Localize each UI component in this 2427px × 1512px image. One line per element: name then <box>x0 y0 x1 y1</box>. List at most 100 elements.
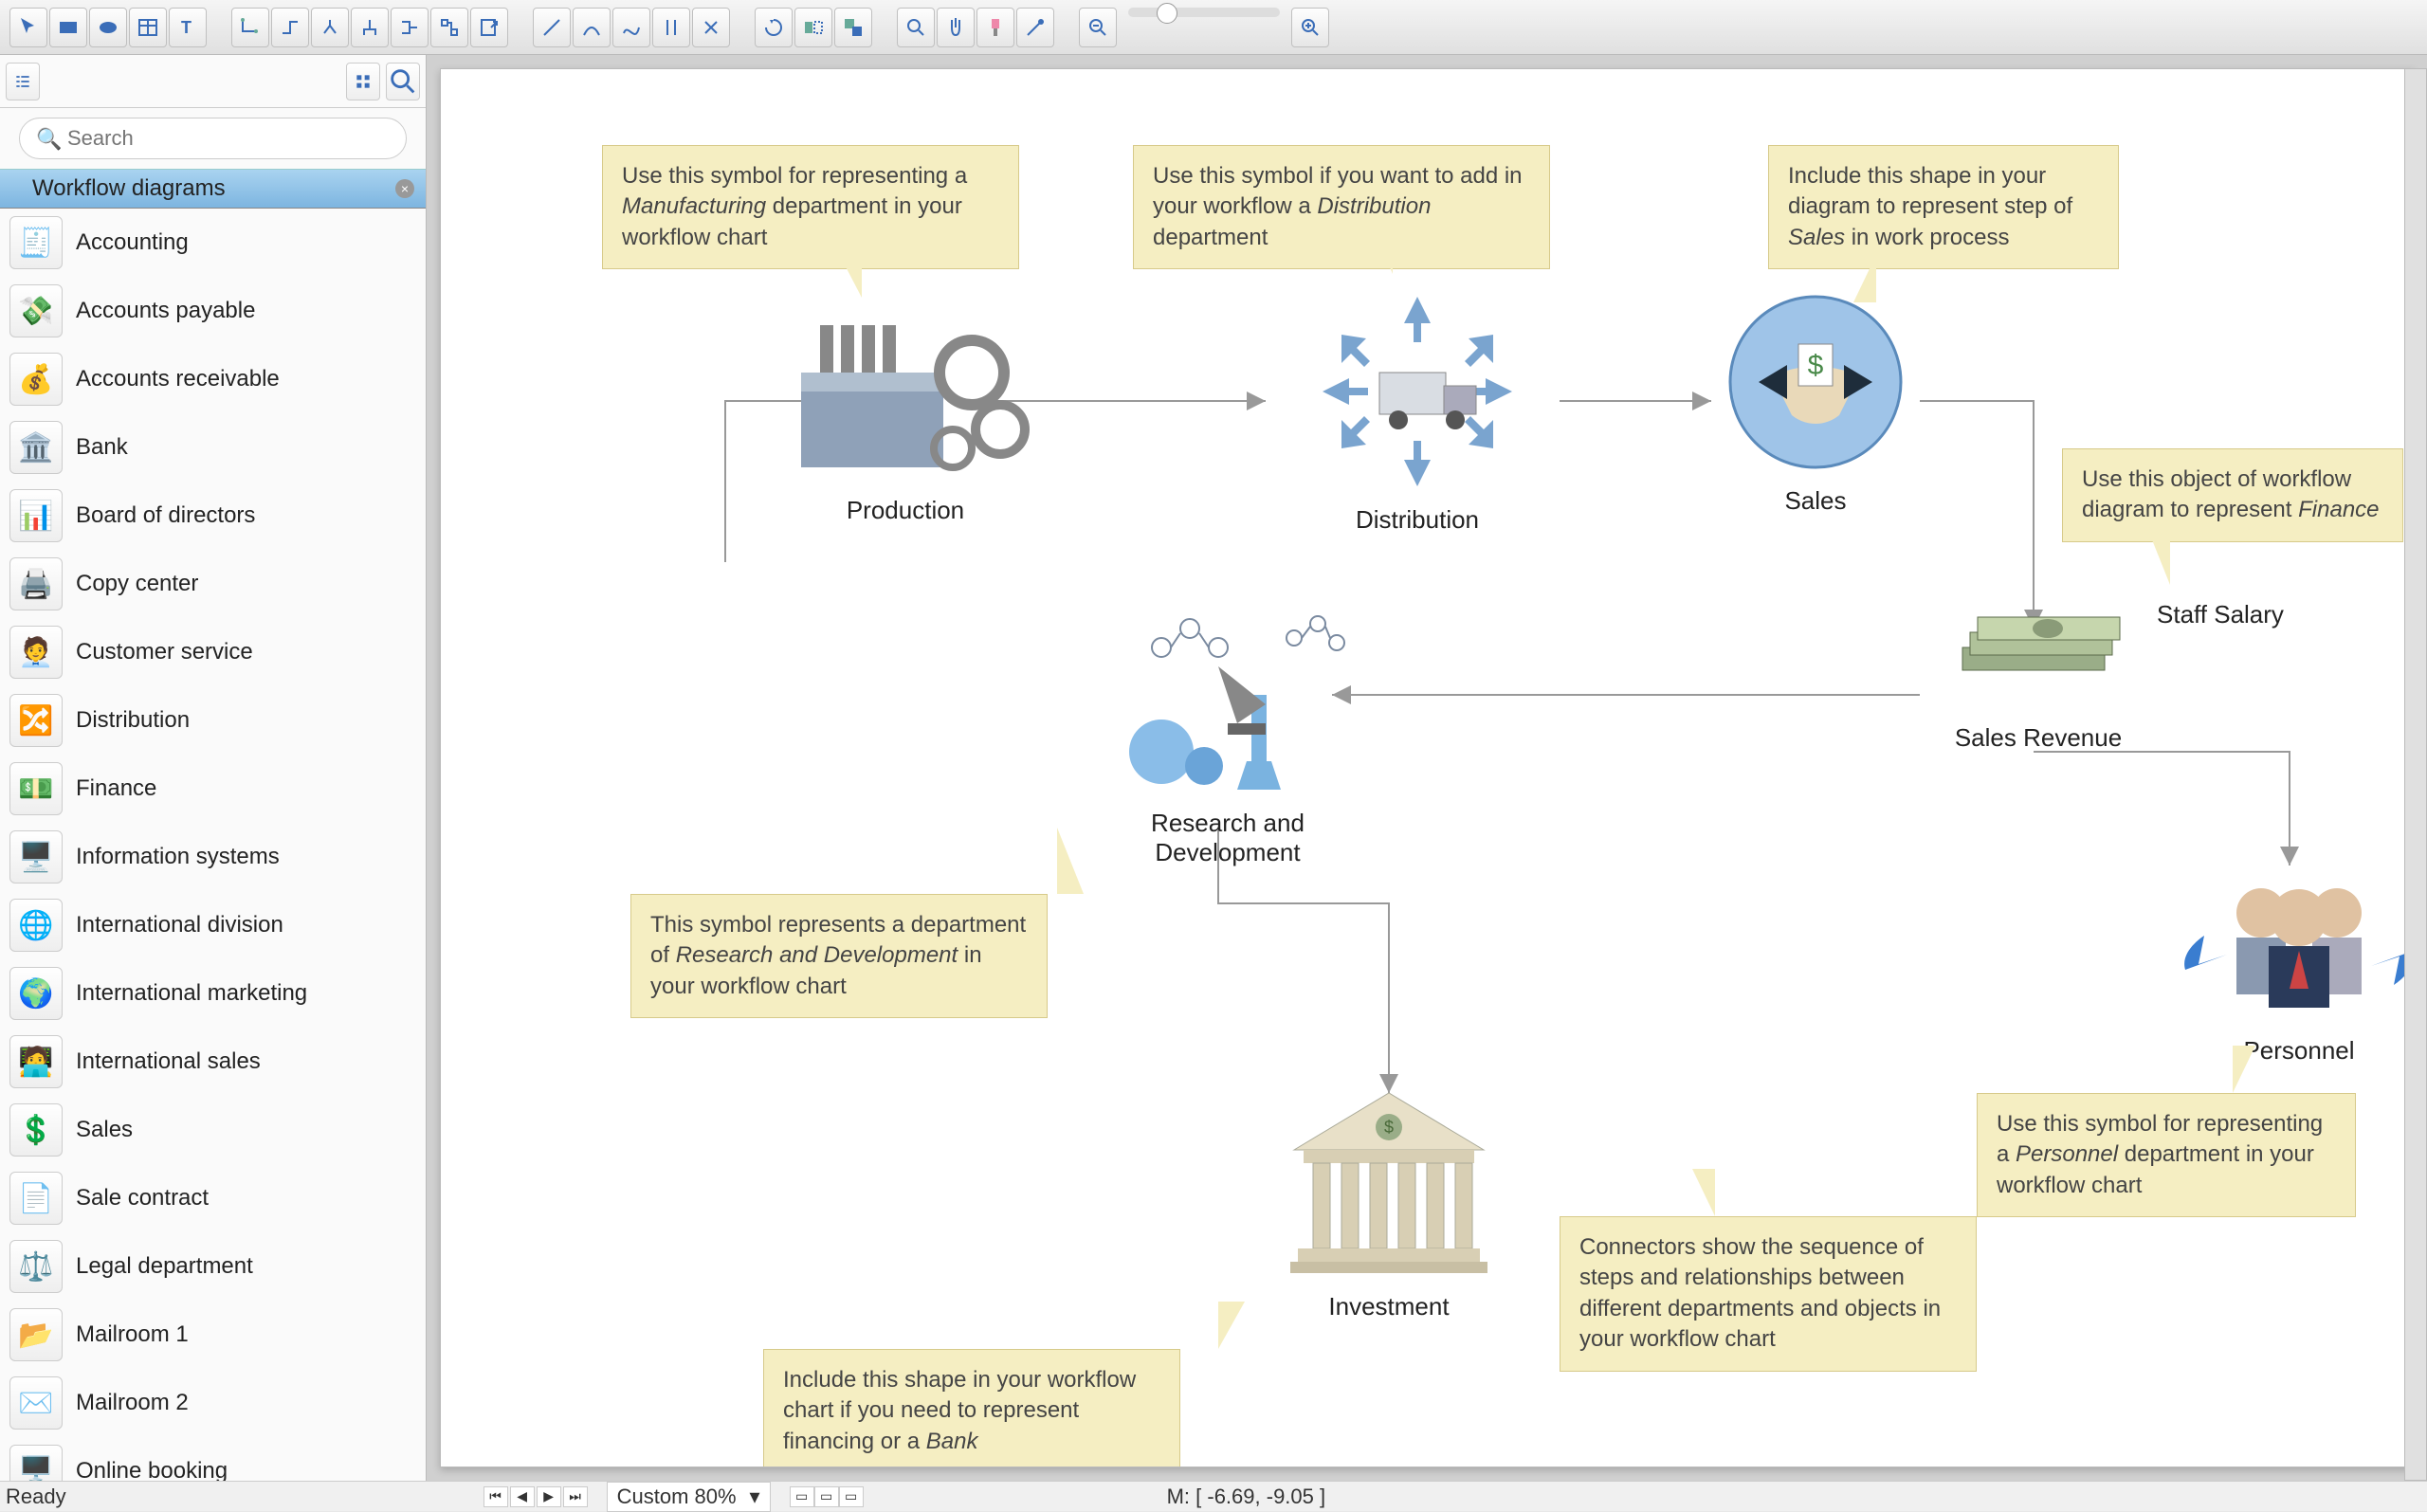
sidebar-item-sale-contract[interactable]: 📄Sale contract <box>0 1164 426 1232</box>
text-tool[interactable]: T <box>169 8 207 47</box>
connector-tree-tool[interactable] <box>351 8 389 47</box>
sidebar-item-mailroom-1[interactable]: 📂Mailroom 1 <box>0 1301 426 1369</box>
flip-tool[interactable] <box>794 8 832 47</box>
sidebar-item-mailroom-2[interactable]: ✉️Mailroom 2 <box>0 1369 426 1437</box>
sidebar-item-label: Bank <box>76 434 128 461</box>
sidebar-item-label: International marketing <box>76 980 307 1007</box>
page-nav: ⏮ ◀ ▶ ⏭ <box>484 1486 588 1507</box>
node-distribution[interactable]: Distribution <box>1275 287 1560 535</box>
sidebar-item-accounting[interactable]: 🧾Accounting <box>0 209 426 277</box>
pan-tool[interactable] <box>937 8 975 47</box>
diagram-canvas[interactable]: Production Distribution $ Sales <box>440 68 2414 1467</box>
node-label: Sales Revenue <box>1920 723 2157 753</box>
sidebar-item-international-division[interactable]: 🌐International division <box>0 891 426 959</box>
zoom-in-tool[interactable] <box>897 8 935 47</box>
close-icon[interactable]: × <box>395 179 414 198</box>
zoom-selector[interactable]: Custom 80%▾ <box>607 1482 771 1512</box>
shape-icon: 💵 <box>9 762 63 815</box>
shape-icon: 🖥️ <box>9 830 63 884</box>
line-free-tool[interactable] <box>612 8 650 47</box>
sidebar-item-label: Distribution <box>76 707 190 734</box>
export-tool[interactable] <box>470 8 508 47</box>
sidebar-item-customer-service[interactable]: 🧑‍💼Customer service <box>0 618 426 686</box>
sidebar-title-label: Workflow diagrams <box>32 175 226 202</box>
line-curve-tool[interactable] <box>573 8 611 47</box>
status-bar: Ready ⏮ ◀ ▶ ⏭ Custom 80%▾ ▭▭▭ M: [ -6.69… <box>0 1481 2427 1511</box>
eyedropper-tool[interactable] <box>1016 8 1054 47</box>
sidebar-item-international-sales[interactable]: 🧑‍💻International sales <box>0 1028 426 1096</box>
zoom-out-button[interactable] <box>1079 8 1117 47</box>
search-icon: 🔍 <box>36 127 62 152</box>
sidebar-view-grid[interactable] <box>346 63 380 100</box>
svg-text:$: $ <box>1384 1118 1394 1137</box>
line-diag-tool[interactable] <box>533 8 571 47</box>
callout-tail <box>1370 221 1393 274</box>
shape-icon: 🔀 <box>9 694 63 747</box>
sidebar-item-international-marketing[interactable]: 🌍International marketing <box>0 959 426 1028</box>
node-investment[interactable]: $ Investment <box>1266 1074 1512 1321</box>
rect-tool[interactable] <box>49 8 87 47</box>
line-vert-tool[interactable] <box>652 8 690 47</box>
pointer-tool[interactable] <box>9 8 47 47</box>
callout-personnel: Use this symbol for representing a Perso… <box>1977 1093 2356 1217</box>
sidebar-item-accounts-receivable[interactable]: 💰Accounts receivable <box>0 345 426 413</box>
sidebar-item-distribution[interactable]: 🔀 Distribution <box>0 686 426 755</box>
scrollbar-vertical[interactable] <box>2404 68 2427 1481</box>
sidebar-item-accounts-payable[interactable]: 💸Accounts payable <box>0 277 426 345</box>
shape-icon: 🧑‍💼 <box>9 626 63 679</box>
node-personnel[interactable]: Personnel <box>2176 865 2414 1066</box>
sidebar-search-toggle[interactable] <box>386 63 420 100</box>
callout-finance: Use this object of workflow diagram to r… <box>2062 448 2403 542</box>
node-label: Staff Salary <box>2157 600 2346 629</box>
node-label: Research and Development <box>1086 809 1370 867</box>
sidebar-item-information-systems[interactable]: 🖥️Information systems <box>0 823 426 891</box>
view-mode-tabs[interactable]: ▭▭▭ <box>790 1486 864 1507</box>
ellipse-tool[interactable] <box>89 8 127 47</box>
connector-side-tool[interactable] <box>391 8 429 47</box>
sidebar-item-label: Sales <box>76 1117 133 1143</box>
shape-icon: 🖥️ <box>9 1445 63 1481</box>
sidebar-item-bank[interactable]: 🏛️Bank <box>0 413 426 482</box>
page-prev[interactable]: ◀ <box>510 1486 535 1507</box>
search-input[interactable] <box>19 118 407 159</box>
group-tool[interactable] <box>834 8 872 47</box>
sidebar-item-label: Accounting <box>76 229 189 256</box>
connector-elbow-tool[interactable] <box>271 8 309 47</box>
node-sales-revenue[interactable]: Staff Salary Sales Revenue <box>1920 581 2157 753</box>
zoom-slider[interactable] <box>1128 8 1280 17</box>
shape-icon: 💲 <box>9 1103 63 1157</box>
connector-branch-tool[interactable] <box>311 8 349 47</box>
page-first[interactable]: ⏮ <box>484 1486 508 1507</box>
sidebar-item-label: Legal department <box>76 1253 253 1280</box>
page-next[interactable]: ▶ <box>537 1486 561 1507</box>
node-production[interactable]: Production <box>754 297 1057 525</box>
format-brush-tool[interactable] <box>976 8 1014 47</box>
connector-l-tool[interactable] <box>231 8 269 47</box>
sidebar-item-finance[interactable]: 💵Finance <box>0 755 426 823</box>
shape-icon: 💸 <box>9 284 63 337</box>
line-snap-tool[interactable] <box>692 8 730 47</box>
sidebar-item-label: Accounts receivable <box>76 366 280 392</box>
node-rnd[interactable]: Research and Development <box>1086 610 1370 867</box>
callout-tail <box>1853 255 1876 302</box>
sidebar-item-legal-department[interactable]: ⚖️Legal department <box>0 1232 426 1301</box>
rotate-tool[interactable] <box>755 8 793 47</box>
table-tool[interactable] <box>129 8 167 47</box>
callout-connectors: Connectors show the sequence of steps an… <box>1560 1216 1977 1372</box>
sidebar-item-label: Mailroom 1 <box>76 1321 189 1348</box>
sidebar-item-sales[interactable]: 💲 Sales <box>0 1096 426 1164</box>
node-sales[interactable]: $ Sales <box>1711 287 1920 516</box>
sidebar-section-title[interactable]: Workflow diagrams × <box>0 169 426 209</box>
page-last[interactable]: ⏭ <box>563 1486 588 1507</box>
sidebar-item-label: Copy center <box>76 571 198 597</box>
sidebar-list: 🧾Accounting💸Accounts payable💰Accounts re… <box>0 209 426 1481</box>
svg-text:T: T <box>181 18 192 37</box>
zoom-in-button[interactable] <box>1291 8 1329 47</box>
sidebar-view-tree[interactable] <box>6 63 40 100</box>
sidebar-item-online-booking[interactable]: 🖥️Online booking <box>0 1437 426 1481</box>
sidebar-item-board-of-directors[interactable]: 📊Board of directors <box>0 482 426 550</box>
node-label: Distribution <box>1275 505 1560 535</box>
connector-multi-tool[interactable] <box>430 8 468 47</box>
sidebar-item-copy-center[interactable]: 🖨️Copy center <box>0 550 426 618</box>
sidebar-item-label: International division <box>76 912 283 938</box>
